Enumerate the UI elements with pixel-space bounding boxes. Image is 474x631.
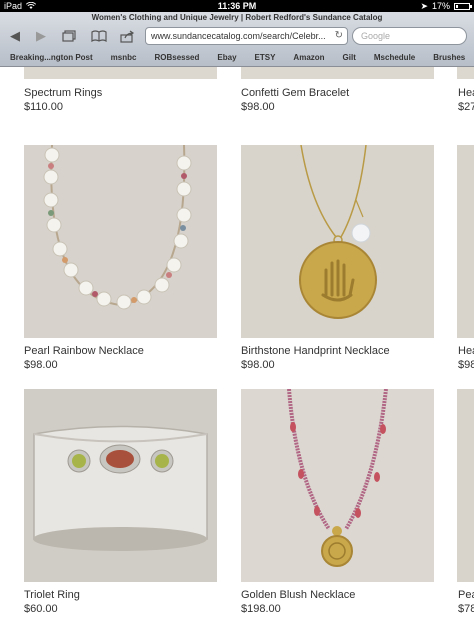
bookmark-item[interactable]: ETSY — [245, 53, 284, 62]
reload-icon[interactable]: ↻ — [335, 28, 343, 44]
product-grid: Spectrum Rings $110.00 Confetti Gem Brac… — [0, 67, 474, 631]
search-input[interactable]: Google — [352, 27, 467, 45]
share-icon[interactable] — [119, 27, 137, 45]
tabs-icon[interactable] — [60, 27, 78, 45]
battery-icon — [454, 2, 472, 10]
handprint-necklace-image[interactable] — [241, 145, 434, 338]
product-price: $110.00 — [24, 101, 63, 113]
page-title: Women's Clothing and Unique Jewelry | Ro… — [91, 13, 383, 22]
bookmark-item[interactable]: Breaking...ngton Post — [0, 53, 101, 62]
product-price: $60.00 — [24, 603, 58, 615]
browser-chrome: Women's Clothing and Unique Jewelry | Ro… — [0, 12, 474, 67]
url-text: www.sundancecatalog.com/search/Celebr... — [151, 31, 326, 41]
product-price: $98 — [458, 359, 474, 371]
bookmark-item[interactable]: Gilt — [333, 53, 364, 62]
product-image[interactable] — [24, 67, 217, 79]
back-icon[interactable]: ◀ — [6, 27, 24, 45]
battery-percent: 17% — [431, 1, 450, 11]
product-image[interactable] — [241, 67, 434, 79]
bookmarks-icon[interactable] — [90, 27, 108, 45]
golden-blush-necklace-image[interactable] — [241, 389, 434, 582]
bookmark-item[interactable]: Amazon — [283, 53, 332, 62]
product-name[interactable]: Hea — [458, 345, 474, 357]
product-name[interactable]: Spectrum Rings — [24, 87, 102, 99]
product-name[interactable]: Birthstone Handprint Necklace — [241, 345, 390, 357]
product-image[interactable] — [457, 145, 474, 338]
address-bar[interactable]: www.sundancecatalog.com/search/Celebr...… — [145, 27, 348, 45]
product-image[interactable] — [457, 67, 474, 79]
product-image[interactable] — [457, 389, 474, 582]
bookmark-item[interactable]: ROBsessed — [144, 53, 207, 62]
bookmark-item[interactable]: Ebay — [207, 53, 244, 62]
location-icon: ➤ — [420, 1, 428, 11]
product-name[interactable]: Hea — [458, 87, 474, 99]
product-name[interactable]: Confetti Gem Bracelet — [241, 87, 349, 99]
search-placeholder: Google — [361, 31, 391, 41]
browser-toolbar: ◀ ▶ www.sundancecatalog.com/search/Celeb… — [0, 25, 474, 47]
pearl-necklace-image[interactable] — [24, 145, 217, 338]
triolet-ring-image[interactable] — [24, 389, 217, 582]
product-price: $98.00 — [241, 359, 275, 371]
bookmark-item[interactable]: Brushes — [423, 53, 473, 62]
bookmark-item[interactable]: Mschedule — [364, 53, 423, 62]
clock: 11:36 PM — [217, 1, 257, 11]
product-name[interactable]: Triolet Ring — [24, 589, 80, 601]
bookmark-item[interactable]: msnbc — [101, 53, 145, 62]
product-price: $78 — [458, 603, 474, 615]
product-price: $98.00 — [241, 101, 275, 113]
product-name[interactable]: Pearl Rainbow Necklace — [24, 345, 144, 357]
product-price: $198.00 — [241, 603, 281, 615]
status-bar: iPad 11:36 PM ➤ 17% — [0, 0, 474, 12]
product-price: $98.00 — [24, 359, 58, 371]
forward-icon[interactable]: ▶ — [32, 27, 50, 45]
product-name[interactable]: Pea — [458, 589, 474, 601]
product-name[interactable]: Golden Blush Necklace — [241, 589, 355, 601]
bookmarks-bar: Breaking...ngton Post msnbc ROBsessed Eb… — [0, 49, 474, 65]
product-price: $27 — [458, 101, 474, 113]
